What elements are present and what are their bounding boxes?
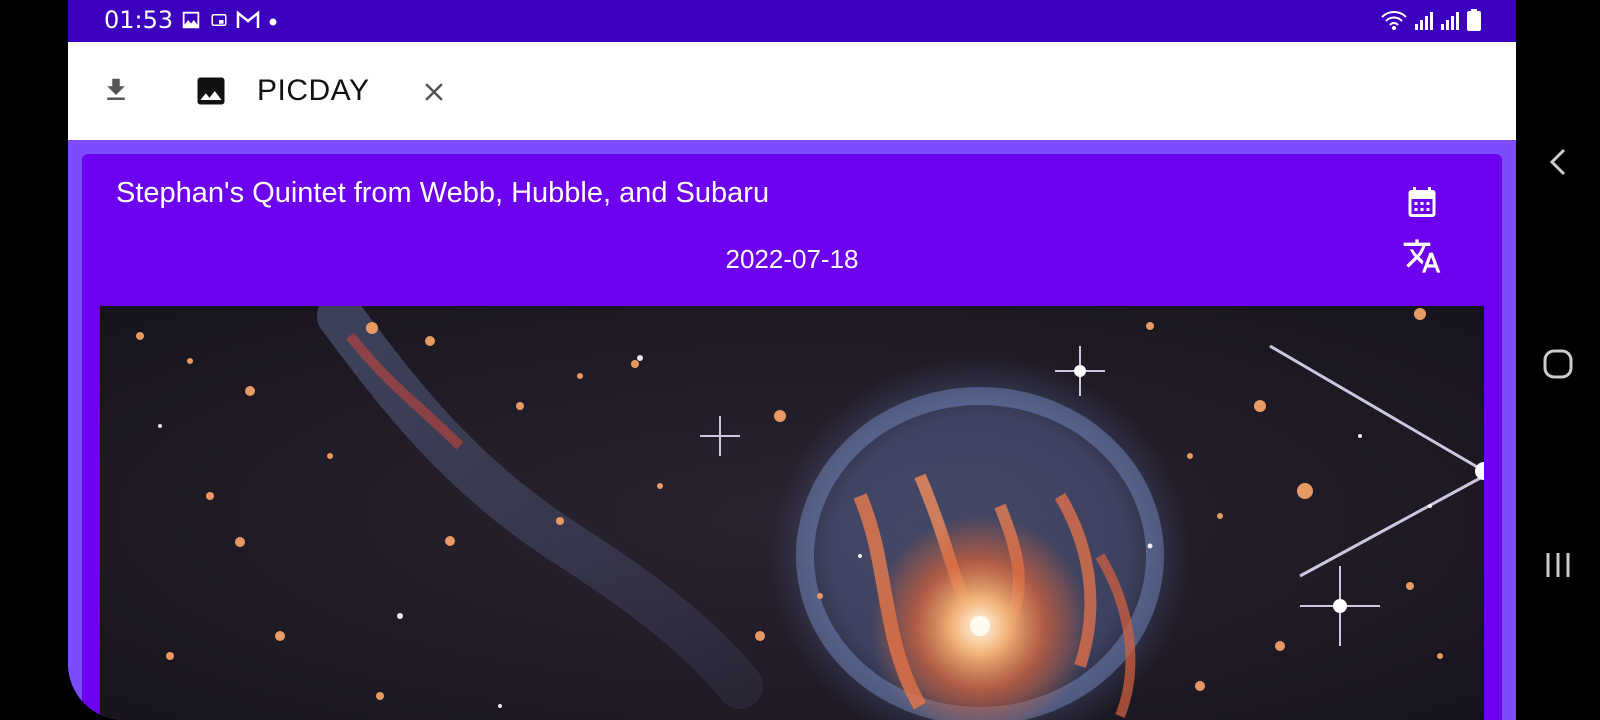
status-system-icons <box>1380 8 1482 37</box>
cast-icon <box>210 11 228 34</box>
home-icon[interactable] <box>1538 344 1578 384</box>
calendar-icon[interactable] <box>1402 182 1442 222</box>
download-icon[interactable] <box>96 70 136 110</box>
dot-icon <box>268 14 278 32</box>
wifi-icon <box>1380 9 1408 36</box>
picture-title: Stephan's Quintet from Webb, Hubble, and… <box>116 177 770 209</box>
status-bar: 01:53 <box>68 0 1516 42</box>
picture-image[interactable] <box>100 306 1484 720</box>
signal-icon <box>1440 9 1460 36</box>
app-bar: PICDAY <box>68 42 1516 140</box>
battery-icon <box>1466 8 1482 37</box>
app-title: PICDAY <box>257 74 370 107</box>
image-icon <box>180 9 202 36</box>
gmail-icon <box>236 10 260 35</box>
picture-date: 2022-07-18 <box>725 244 859 274</box>
recents-icon[interactable] <box>1538 545 1578 585</box>
system-navigation-bar <box>1516 0 1600 720</box>
status-notification-icons <box>180 9 278 36</box>
close-icon[interactable] <box>414 72 454 112</box>
picture-card: Stephan's Quintet from Webb, Hubble, and… <box>82 154 1502 720</box>
back-icon[interactable] <box>1538 142 1578 182</box>
status-time: 01:53 <box>104 6 174 34</box>
image-icon <box>192 72 230 110</box>
signal-icon <box>1414 9 1434 36</box>
app-screen: 01:53 PICDAY Stephan's Quintet from Webb… <box>68 0 1516 720</box>
